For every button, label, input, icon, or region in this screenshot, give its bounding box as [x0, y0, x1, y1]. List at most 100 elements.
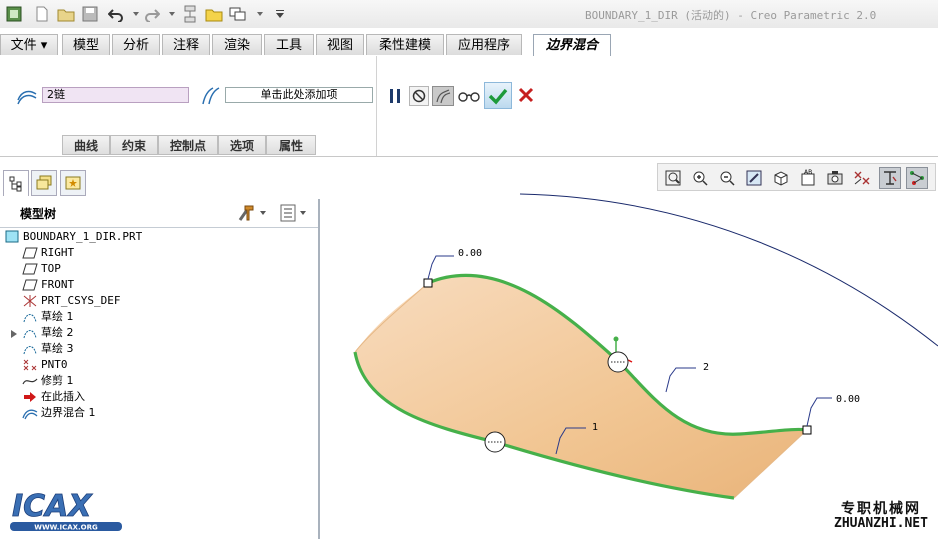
favorites-icon: [65, 176, 81, 190]
curve-label-1[interactable]: 1: [592, 422, 598, 433]
new-file-icon[interactable]: [32, 4, 52, 24]
tree-item-sketch-3[interactable]: 草绘 3: [22, 341, 74, 356]
icax-logo: ICAX WWW.ICAX.ORG: [8, 486, 126, 534]
subtab-options[interactable]: 选项: [218, 135, 266, 155]
no-preview-icon: [412, 89, 426, 103]
tree-item-right[interactable]: RIGHT: [22, 245, 74, 260]
ribbon-divider: [376, 56, 377, 156]
subtab-properties[interactable]: 属性: [266, 135, 316, 155]
tree-item-top[interactable]: TOP: [22, 261, 61, 276]
tab-applications[interactable]: 应用程序: [446, 34, 522, 55]
tree-item-csys[interactable]: PRT_CSYS_DEF: [22, 293, 120, 308]
preview-toggle-button[interactable]: [432, 86, 454, 106]
tab-tools[interactable]: 工具: [264, 34, 314, 55]
tab-boundary-blend[interactable]: 边界混合: [533, 34, 611, 57]
pause-icon: [390, 89, 400, 103]
tab-analysis[interactable]: 分析: [112, 34, 160, 55]
endpoint-handle-right[interactable]: [802, 425, 812, 435]
tangent-handle-curve-1[interactable]: [484, 431, 506, 453]
tree-item-label: 草绘 3: [41, 342, 74, 355]
tree-item-front[interactable]: FRONT: [22, 277, 74, 292]
value-label-top-left[interactable]: 0.00: [458, 248, 482, 259]
subtab-constraints[interactable]: 约束: [110, 135, 158, 155]
tab-annotate[interactable]: 注释: [162, 34, 210, 55]
boundary-blend-surface[interactable]: [355, 275, 807, 498]
window-title: BOUNDARY_1_DIR (活动的) - Creo Parametric 2…: [585, 9, 877, 22]
tree-item-sketch-1[interactable]: 草绘 1: [22, 309, 74, 324]
redo-dropdown-icon[interactable]: [162, 4, 182, 24]
first-direction-curve-icon: [16, 86, 38, 109]
tangent-handle-curve-2[interactable]: [607, 336, 633, 373]
tree-item-label: TOP: [41, 262, 61, 275]
model-tree-tab[interactable]: [3, 170, 29, 196]
endpoint-handle-left[interactable]: [423, 278, 433, 288]
tree-item-label: 修剪 1: [41, 374, 74, 387]
datum-point-icon: [22, 358, 38, 372]
cancel-button[interactable]: [516, 85, 536, 105]
tree-header-divider: [0, 227, 318, 228]
watermark-site-cn: 专职机械网: [841, 501, 921, 517]
model-tree-icon: [9, 176, 22, 191]
tree-item-part[interactable]: BOUNDARY_1_DIR.PRT: [4, 229, 142, 244]
redo-icon[interactable]: [142, 4, 162, 24]
no-preview-button[interactable]: [409, 86, 429, 106]
subtab-curves[interactable]: 曲线: [62, 135, 110, 155]
tab-model[interactable]: 模型: [62, 34, 110, 55]
window-dropdown-icon[interactable]: [250, 4, 270, 24]
logo-url: WWW.ICAX.ORG: [34, 524, 98, 532]
tree-item-label: PNT0: [41, 358, 68, 371]
reference-curve[interactable]: [519, 193, 938, 347]
second-direction-curve-icon: [199, 86, 221, 109]
value-label-right[interactable]: 0.00: [836, 394, 860, 405]
expand-arrow-icon[interactable]: [10, 328, 18, 342]
csys-icon: [22, 294, 38, 308]
ribbon-tab-bar: 文件 ▾ 模型 分析 注释 渲染 工具 视图 柔性建模 应用程序 边界混合: [0, 34, 938, 57]
save-icon[interactable]: [80, 4, 100, 24]
tab-file[interactable]: 文件 ▾: [0, 34, 58, 55]
tree-item-label: 在此插入: [41, 390, 85, 403]
datum-plane-icon: [22, 262, 38, 276]
subtab-control-points[interactable]: 控制点: [158, 135, 218, 155]
tree-show-button[interactable]: [279, 203, 313, 223]
datum-plane-icon: [22, 246, 38, 260]
tree-item-boundary-blend[interactable]: 边界混合 1: [22, 405, 96, 420]
tab-view[interactable]: 视图: [316, 34, 364, 55]
open-folder-icon[interactable]: [56, 4, 76, 24]
second-direction-collector[interactable]: 单击此处添加项: [225, 87, 373, 103]
favorites-tab[interactable]: [60, 170, 86, 196]
quick-access-toolbar: BOUNDARY_1_DIR (活动的) - Creo Parametric 2…: [0, 0, 938, 28]
undo-icon[interactable]: [106, 4, 126, 24]
folder-browser-icon: [36, 175, 52, 190]
window-icon[interactable]: [204, 4, 224, 24]
curve-label-2[interactable]: 2: [703, 362, 709, 373]
close-window-icon[interactable]: [228, 4, 248, 24]
ok-button[interactable]: [484, 82, 512, 109]
app-icon[interactable]: [4, 4, 24, 24]
tree-item-label: 边界混合 1: [41, 406, 96, 419]
graphics-viewport[interactable]: 0.00 0.00 2 1: [320, 158, 938, 539]
tab-render[interactable]: 渲染: [212, 34, 262, 55]
tree-item-label: BOUNDARY_1_DIR.PRT: [23, 230, 143, 243]
leader-right: [806, 397, 832, 427]
tree-item-label: 草绘 2: [41, 326, 74, 339]
pause-button[interactable]: [385, 86, 405, 106]
regenerate-icon[interactable]: [180, 4, 200, 24]
boundary-blend-ribbon: 2链 单击此处添加项 曲线 约束 控制点 选项 属性: [0, 56, 938, 157]
folder-browser-tab[interactable]: [31, 170, 57, 196]
chevron-down-icon: [260, 211, 266, 215]
tree-item-label: RIGHT: [41, 246, 75, 259]
tree-item-trim[interactable]: 修剪 1: [22, 373, 74, 388]
first-direction-collector[interactable]: 2链: [42, 87, 189, 103]
model-tree-title: 模型树: [20, 207, 57, 221]
sketch-icon: [22, 310, 38, 324]
tree-item-sketch-2[interactable]: 草绘 2: [22, 325, 74, 340]
tree-item-insert-here[interactable]: 在此插入: [22, 389, 85, 404]
tab-flexible-modeling[interactable]: 柔性建模: [366, 34, 444, 55]
insert-arrow-icon: [22, 390, 38, 404]
datum-plane-icon: [22, 278, 38, 292]
customize-icon[interactable]: [270, 4, 290, 24]
tree-settings-button[interactable]: [237, 203, 269, 223]
verify-glasses-button[interactable]: [457, 86, 481, 106]
tools-icon: [238, 205, 254, 221]
tree-item-point[interactable]: PNT0: [22, 357, 68, 372]
